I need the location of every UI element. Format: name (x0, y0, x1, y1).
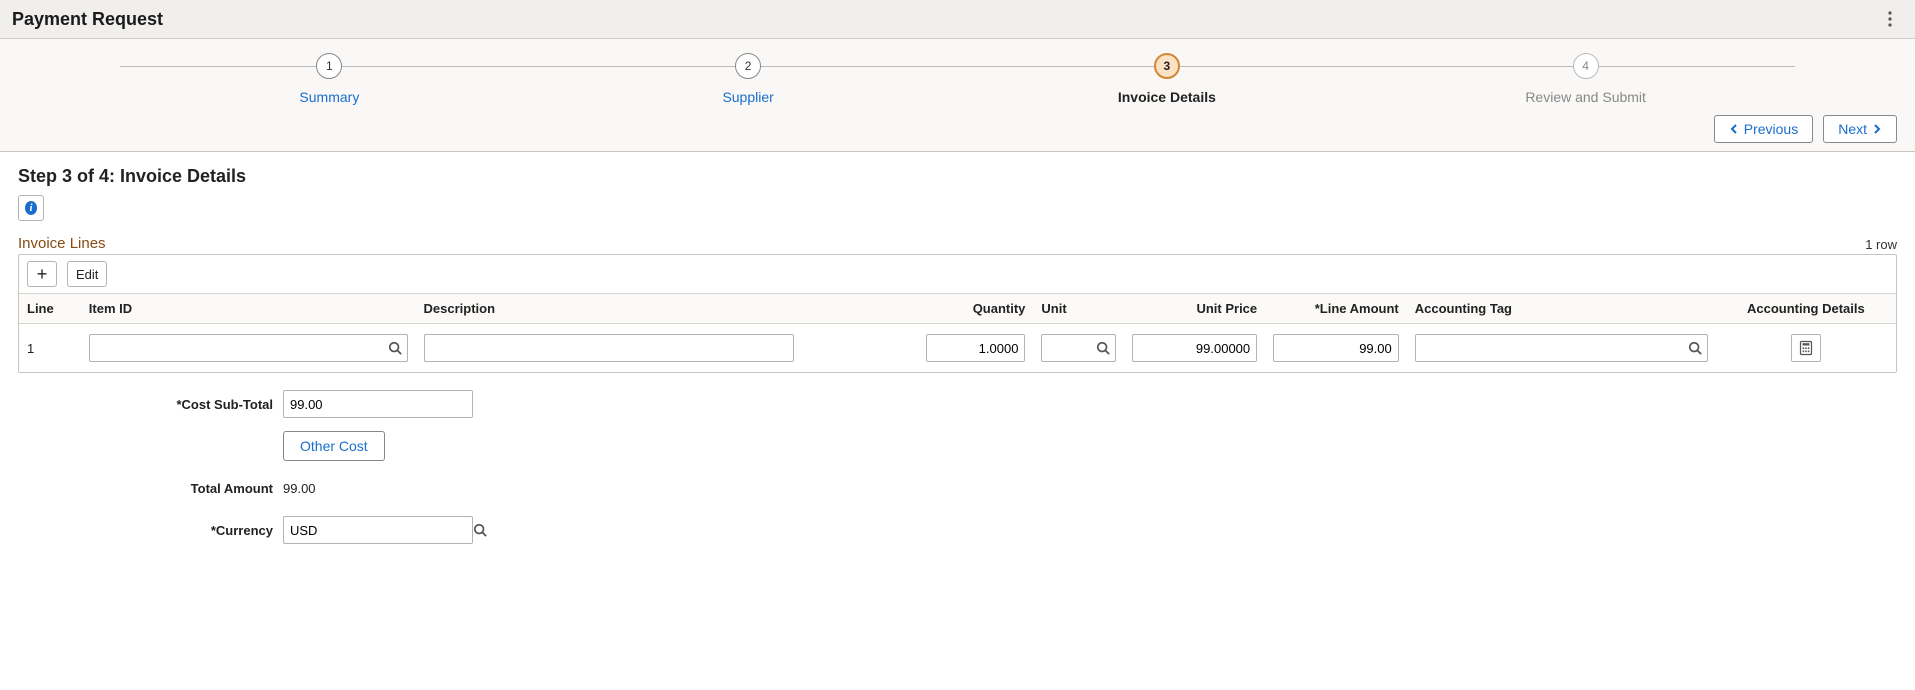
col-spacer (802, 294, 918, 324)
cell-description (416, 324, 802, 373)
wizard-nav: Previous Next (0, 105, 1915, 143)
calculator-icon (1798, 340, 1814, 356)
wizard-step-label: Invoice Details (1118, 89, 1216, 105)
chevron-left-icon (1729, 124, 1739, 134)
vertical-dots-icon (1888, 11, 1892, 27)
table-row: 1 (19, 324, 1896, 373)
cell-spacer (802, 324, 918, 373)
wizard-step-summary[interactable]: 1 Summary (120, 53, 539, 105)
total-amount-label: Total Amount (18, 481, 283, 496)
wizard-step-invoice-details: 3 Invoice Details (958, 53, 1377, 105)
accounting-tag-lookup-button[interactable] (1682, 334, 1708, 362)
page-header: Payment Request (0, 0, 1915, 39)
add-row-button[interactable]: + (27, 261, 57, 287)
wizard-step-number: 1 (326, 59, 333, 73)
invoice-lines-title: Invoice Lines (18, 235, 106, 252)
total-amount-value: 99.00 (283, 481, 316, 496)
table-header-row: Line Item ID Description Quantity Unit U… (19, 294, 1896, 324)
info-icon: i (25, 201, 37, 215)
next-button[interactable]: Next (1823, 115, 1897, 143)
col-quantity: Quantity (918, 294, 1034, 324)
accounting-details-button[interactable] (1791, 334, 1821, 362)
col-item-id: Item ID (81, 294, 416, 324)
currency-lookup (283, 516, 493, 544)
wizard-track: 1 Summary 2 Supplier 3 Invoice Details 4… (120, 53, 1795, 105)
col-accounting-tag: Accounting Tag (1407, 294, 1716, 324)
invoice-lines-table: Line Item ID Description Quantity Unit U… (19, 294, 1896, 372)
unit-lookup (1041, 334, 1115, 362)
description-input[interactable] (424, 334, 794, 362)
col-line-amount: *Line Amount (1265, 294, 1407, 324)
search-icon (1096, 341, 1110, 355)
invoice-lines-grid: + Edit Line Item ID Descri (18, 254, 1897, 373)
page-title: Payment Request (12, 9, 163, 30)
search-icon (473, 523, 487, 537)
header-actions (1877, 6, 1903, 32)
currency-lookup-button[interactable] (467, 516, 493, 544)
currency-input[interactable] (283, 516, 473, 544)
col-unit: Unit (1033, 294, 1123, 324)
wizard-step-number: 2 (745, 59, 752, 73)
total-amount-row: Total Amount 99.00 (18, 471, 1897, 505)
line-amount-input[interactable] (1273, 334, 1399, 362)
currency-row: *Currency (18, 513, 1897, 547)
cost-subtotal-input[interactable] (283, 390, 473, 418)
wizard-step-circle: 3 (1154, 53, 1180, 79)
wizard-step-number: 3 (1164, 59, 1171, 73)
totals-form: *Cost Sub-Total Other Cost Total Amount … (18, 387, 1897, 547)
wizard-strip: 1 Summary 2 Supplier 3 Invoice Details 4… (0, 39, 1915, 152)
cell-unit (1033, 324, 1123, 373)
quantity-input[interactable] (926, 334, 1026, 362)
grid-toolbar: + Edit (19, 255, 1896, 294)
cell-line-amount (1265, 324, 1407, 373)
wizard-step-review-submit: 4 Review and Submit (1376, 53, 1795, 105)
search-icon (1688, 341, 1702, 355)
wizard-step-label: Review and Submit (1525, 89, 1646, 105)
wizard-step-label[interactable]: Summary (299, 89, 359, 105)
cell-accounting-details (1716, 324, 1896, 373)
col-unit-price: Unit Price (1124, 294, 1266, 324)
chevron-right-icon (1872, 124, 1882, 134)
other-cost-button[interactable]: Other Cost (283, 431, 385, 461)
wizard-step-circle: 1 (316, 53, 342, 79)
step-title: Step 3 of 4: Invoice Details (18, 166, 1897, 187)
cell-quantity (918, 324, 1034, 373)
next-button-label: Next (1838, 121, 1867, 137)
accounting-tag-input[interactable] (1415, 334, 1708, 362)
search-icon (388, 341, 402, 355)
plus-icon: + (37, 264, 48, 285)
edit-button[interactable]: Edit (67, 261, 107, 287)
cell-line: 1 (19, 324, 81, 373)
wizard-step-number: 4 (1582, 59, 1589, 73)
wizard-step-label[interactable]: Supplier (722, 89, 773, 105)
item-id-lookup-button[interactable] (382, 334, 408, 362)
previous-button[interactable]: Previous (1714, 115, 1813, 143)
col-description: Description (416, 294, 802, 324)
col-line: Line (19, 294, 81, 324)
content-area: Step 3 of 4: Invoice Details i Invoice L… (0, 152, 1915, 569)
cell-item-id (81, 324, 416, 373)
row-count: 1 row (1865, 237, 1897, 252)
cost-subtotal-label: *Cost Sub-Total (18, 397, 283, 412)
unit-price-input[interactable] (1132, 334, 1258, 362)
wizard-step-circle: 2 (735, 53, 761, 79)
cell-unit-price (1124, 324, 1266, 373)
cell-accounting-tag (1407, 324, 1716, 373)
unit-lookup-button[interactable] (1090, 334, 1116, 362)
accounting-tag-lookup (1415, 334, 1708, 362)
other-cost-row: Other Cost (18, 429, 1897, 463)
info-button[interactable]: i (18, 195, 44, 221)
currency-label: *Currency (18, 523, 283, 538)
section-title-row: Invoice Lines 1 row (18, 235, 1897, 252)
col-accounting-details: Accounting Details (1716, 294, 1896, 324)
cost-subtotal-row: *Cost Sub-Total (18, 387, 1897, 421)
item-id-lookup (89, 334, 408, 362)
wizard-step-supplier[interactable]: 2 Supplier (539, 53, 958, 105)
item-id-input[interactable] (89, 334, 408, 362)
previous-button-label: Previous (1744, 121, 1798, 137)
more-actions-button[interactable] (1877, 6, 1903, 32)
wizard-step-circle: 4 (1573, 53, 1599, 79)
